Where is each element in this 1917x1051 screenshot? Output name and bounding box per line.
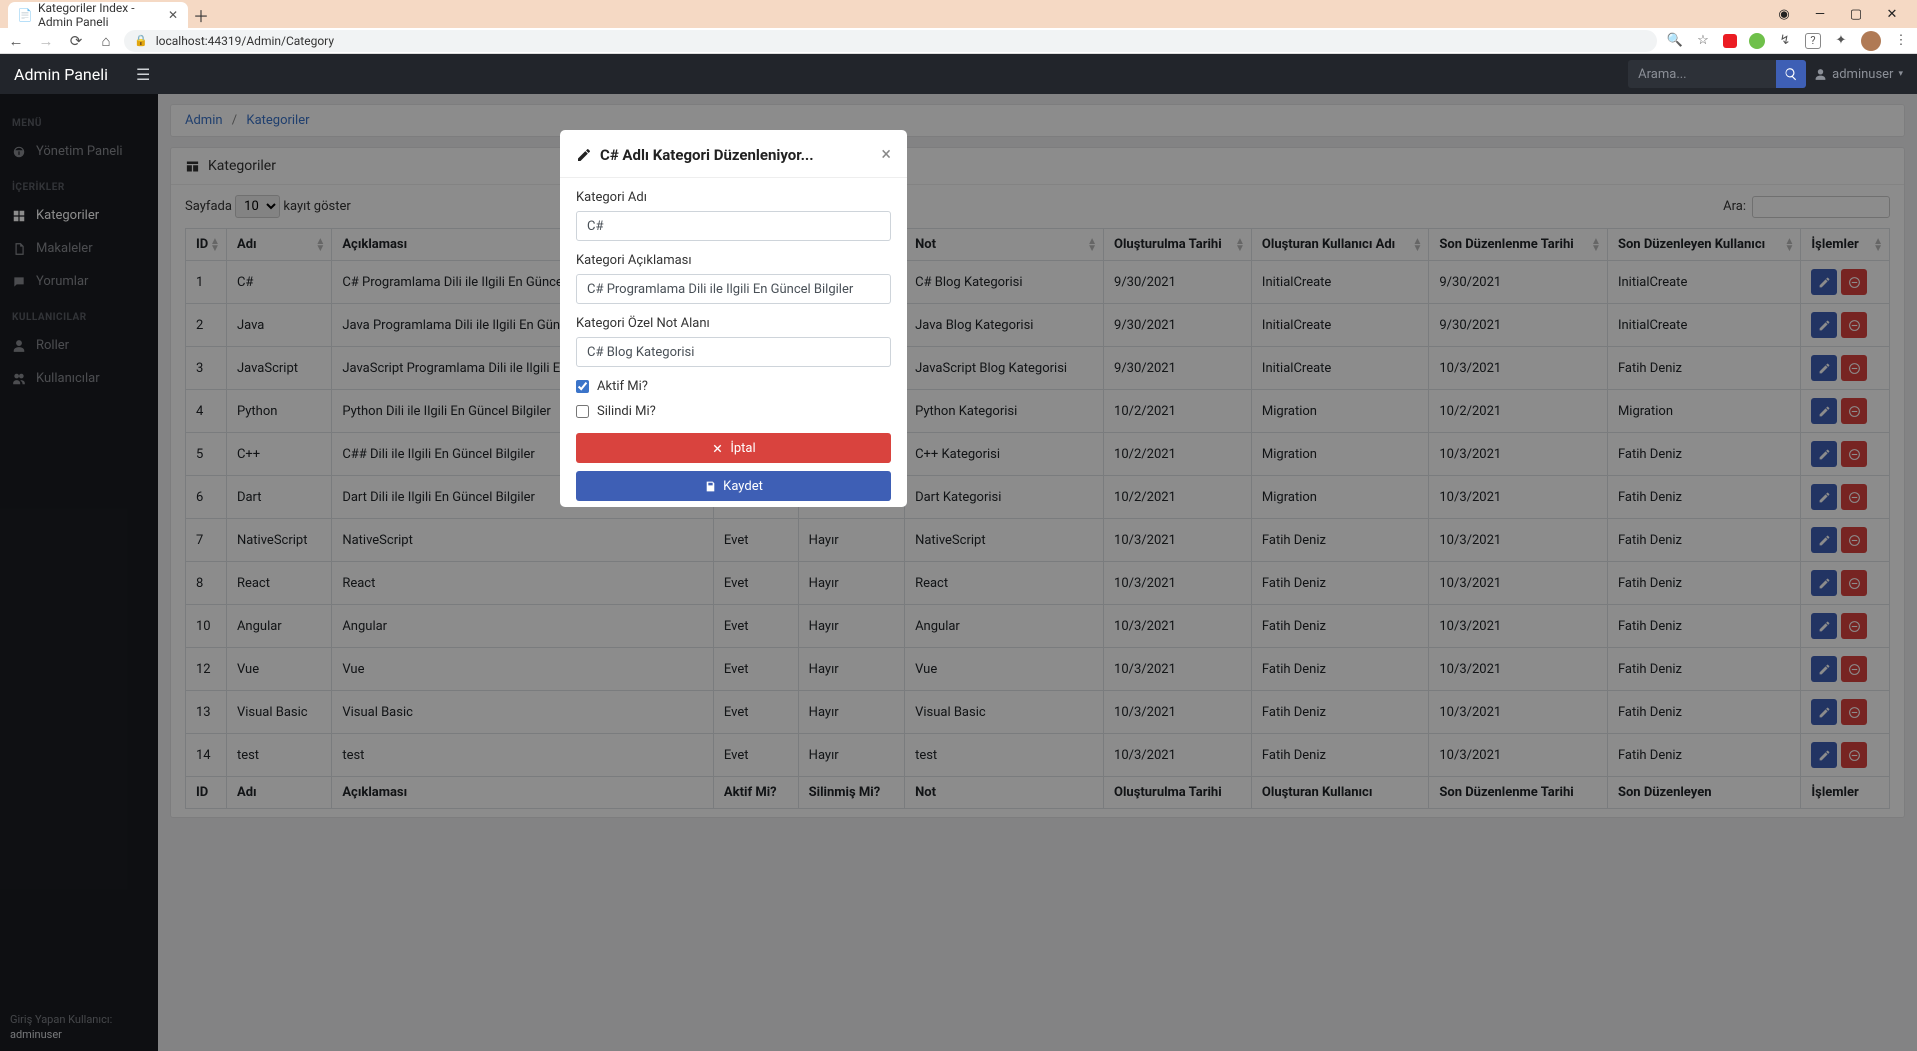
extension-red-icon[interactable] xyxy=(1723,34,1737,48)
cancel-button[interactable]: İptal xyxy=(576,433,891,463)
search-button[interactable] xyxy=(1776,60,1806,88)
app-root: Admin Paneli ☰ adminuser ▾ MENÜ Yönetim … xyxy=(0,54,1917,1051)
global-search xyxy=(1628,60,1806,88)
profile-avatar-icon[interactable] xyxy=(1861,31,1881,51)
input-category-name[interactable] xyxy=(576,211,891,241)
minimize-icon[interactable]: — xyxy=(1809,7,1831,22)
extension-green-icon[interactable] xyxy=(1749,33,1765,49)
modal-close-button[interactable]: × xyxy=(881,144,891,165)
url-text: localhost:44319/Admin/Category xyxy=(156,34,334,48)
tab-title: Kategoriler Index - Admin Paneli xyxy=(38,1,162,29)
label-deleted: Silindi Mi? xyxy=(597,404,656,419)
input-category-desc[interactable] xyxy=(576,274,891,304)
chevron-down-icon: ▾ xyxy=(1898,69,1903,79)
username: adminuser xyxy=(1832,67,1893,82)
brand: Admin Paneli xyxy=(14,65,108,84)
close-window-icon[interactable]: ✕ xyxy=(1881,7,1903,22)
save-button[interactable]: Kaydet xyxy=(576,471,891,501)
star-icon[interactable]: ☆ xyxy=(1695,33,1711,49)
label-category-name: Kategori Adı xyxy=(576,190,891,205)
extension-arrow-icon[interactable]: ↯ xyxy=(1777,33,1793,49)
search-icon xyxy=(1784,67,1798,81)
save-icon xyxy=(704,480,717,493)
favicon-icon: 📄 xyxy=(18,8,32,22)
home-icon[interactable]: ⌂ xyxy=(98,32,114,50)
edit-category-modal: C# Adlı Kategori Düzenleniyor... × Kateg… xyxy=(560,130,907,507)
back-icon[interactable]: ← xyxy=(8,32,24,50)
input-category-note[interactable] xyxy=(576,337,891,367)
modal-backdrop[interactable] xyxy=(0,94,1917,1051)
tab-close-icon[interactable]: ✕ xyxy=(168,8,178,22)
close-icon xyxy=(711,442,724,455)
browser-tab[interactable]: 📄 Kategoriler Index - Admin Paneli ✕ xyxy=(8,2,188,28)
user-icon xyxy=(1814,68,1827,81)
forward-icon[interactable]: → xyxy=(38,32,54,50)
modal-title: C# Adlı Kategori Düzenleniyor... xyxy=(576,146,814,164)
help-icon[interactable]: ? xyxy=(1805,33,1821,49)
browser-chrome: 📄 Kategoriler Index - Admin Paneli ✕ ＋ ◉… xyxy=(0,0,1917,54)
zoom-icon[interactable]: 🔍 xyxy=(1667,33,1683,49)
menu-toggle-icon[interactable]: ☰ xyxy=(136,65,150,84)
topbar: Admin Paneli ☰ adminuser ▾ xyxy=(0,54,1917,94)
identity-icon[interactable]: ◉ xyxy=(1773,7,1795,22)
checkbox-deleted[interactable] xyxy=(576,405,589,418)
extensions-icon[interactable]: ✦ xyxy=(1833,33,1849,49)
label-category-note: Kategori Özel Not Alanı xyxy=(576,316,891,331)
kebab-menu-icon[interactable]: ⋮ xyxy=(1893,33,1909,49)
maximize-icon[interactable]: ▢ xyxy=(1845,7,1867,22)
reload-icon[interactable]: ⟳ xyxy=(68,32,84,50)
label-category-desc: Kategori Açıklaması xyxy=(576,253,891,268)
lock-icon: 🔒 xyxy=(134,34,148,47)
user-dropdown[interactable]: adminuser ▾ xyxy=(1814,67,1903,82)
address-bar[interactable]: 🔒 localhost:44319/Admin/Category xyxy=(124,30,1657,52)
edit-icon xyxy=(576,147,592,163)
window-controls: ◉ — ▢ ✕ xyxy=(1763,0,1913,28)
search-input[interactable] xyxy=(1628,60,1776,88)
checkbox-active[interactable] xyxy=(576,380,589,393)
label-active: Aktif Mi? xyxy=(597,379,648,394)
new-tab-button[interactable]: ＋ xyxy=(188,2,214,28)
